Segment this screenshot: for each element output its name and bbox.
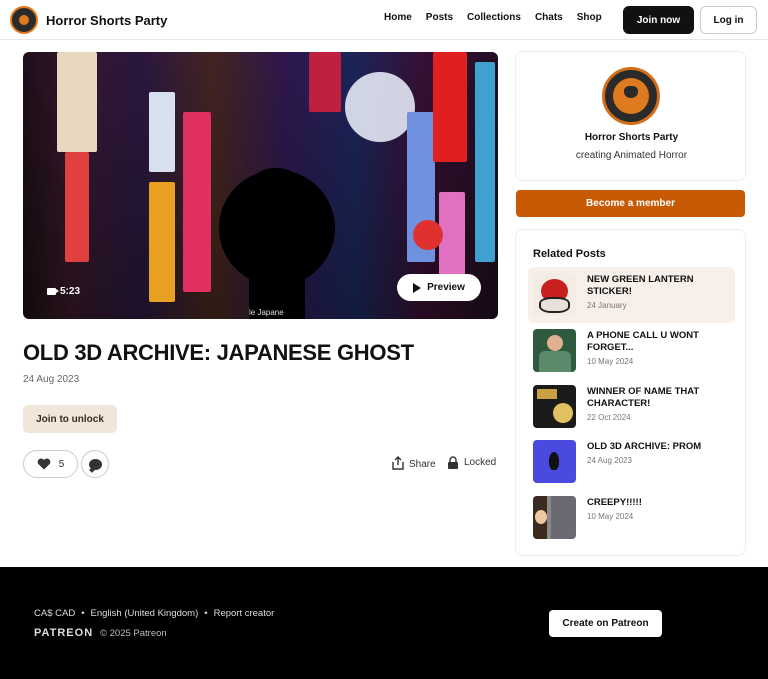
- duration-label: 5:23: [60, 286, 81, 297]
- share-label: Share: [409, 459, 436, 470]
- related-post-date: 10 May 2024: [587, 357, 634, 366]
- post-title: OLD 3D ARCHIVE: JAPANESE GHOST: [23, 340, 414, 365]
- like-button[interactable]: 5: [23, 450, 78, 478]
- neon-sign: [309, 52, 341, 112]
- heart-icon: [37, 458, 51, 470]
- locked-status: Locked: [447, 456, 496, 469]
- neon-sign: [149, 182, 175, 302]
- neon-sign: [65, 152, 89, 262]
- language-selector[interactable]: English (United Kingdom): [91, 608, 199, 619]
- post-date: 24 Aug 2023: [23, 374, 80, 385]
- creator-tagline: creating Animated Horror: [575, 150, 688, 161]
- become-member-button[interactable]: Become a member: [516, 190, 745, 217]
- currency-selector[interactable]: CA$ CAD: [34, 608, 75, 619]
- top-bar: Horror Shorts Party Home Posts Collectio…: [0, 0, 768, 40]
- related-posts-title: Related Posts: [533, 248, 606, 260]
- preview-button[interactable]: Preview: [397, 274, 481, 301]
- creator-avatar[interactable]: [602, 67, 660, 125]
- related-post-name: A PHONE CALL U WONT FORGET...: [587, 330, 699, 353]
- related-post-item[interactable]: OLD 3D ARCHIVE: PROM 24 Aug 2023: [528, 434, 735, 490]
- separator: •: [204, 608, 208, 619]
- neon-sign: [183, 112, 211, 292]
- create-on-patreon-button[interactable]: Create on Patreon: [549, 610, 662, 637]
- related-post-name: CREEPY!!!!!: [587, 497, 642, 508]
- neon-sign: [57, 52, 97, 152]
- lock-icon: [447, 456, 459, 469]
- creator-name[interactable]: Horror Shorts Party: [516, 132, 747, 143]
- comment-button[interactable]: [81, 450, 109, 478]
- related-post-item[interactable]: A PHONE CALL U WONT FORGET... 10 May 202…: [528, 323, 735, 379]
- brand-name[interactable]: Horror Shorts Party: [46, 13, 167, 28]
- neon-sign: [413, 220, 443, 250]
- copyright: © 2025 Patreon: [100, 628, 167, 639]
- nav-posts[interactable]: Posts: [426, 12, 453, 23]
- nav-collections[interactable]: Collections: [467, 12, 521, 23]
- related-post-thumbnail: [533, 385, 576, 428]
- related-post-text: CREEPY!!!!! 10 May 2024: [587, 497, 727, 521]
- play-icon: [413, 282, 422, 293]
- video-duration: 5:23: [47, 286, 80, 297]
- related-post-thumbnail: [533, 440, 576, 483]
- report-creator-link[interactable]: Report creator: [214, 608, 275, 619]
- related-post-thumbnail: [533, 329, 576, 372]
- neon-sign: [433, 52, 467, 162]
- separator: •: [81, 608, 85, 619]
- related-post-text: A PHONE CALL U WONT FORGET... 10 May 202…: [587, 330, 727, 366]
- related-post-date: 10 May 2024: [587, 512, 634, 521]
- footer: CA$ CAD • English (United Kingdom) • Rep…: [0, 567, 768, 679]
- brand[interactable]: Horror Shorts Party: [10, 6, 167, 34]
- related-posts: Related Posts NEW GREEN LANTERN STICKER!…: [515, 229, 746, 556]
- footer-links: CA$ CAD • English (United Kingdom) • Rep…: [34, 608, 274, 619]
- related-post-item[interactable]: WINNER OF NAME THAT CHARACTER! 22 Oct 20…: [528, 379, 735, 435]
- related-post-date: 24 January: [587, 301, 627, 310]
- related-post-thumbnail: [533, 273, 576, 316]
- main-nav: Home Posts Collections Chats Shop: [384, 12, 602, 23]
- join-to-unlock-button[interactable]: Join to unlock: [23, 405, 117, 433]
- silhouette: [219, 170, 335, 286]
- join-now-button[interactable]: Join now: [623, 6, 694, 34]
- related-post-thumbnail: [533, 496, 576, 539]
- preview-label: Preview: [427, 282, 465, 293]
- related-post-text: WINNER OF NAME THAT CHARACTER! 22 Oct 20…: [587, 386, 727, 422]
- related-post-item[interactable]: NEW GREEN LANTERN STICKER! 24 January: [528, 267, 735, 323]
- neon-sign: [345, 72, 415, 142]
- video-watermark: le Japane: [249, 308, 284, 317]
- related-post-text: OLD 3D ARCHIVE: PROM 24 Aug 2023: [587, 441, 727, 465]
- related-post-text: NEW GREEN LANTERN STICKER! 24 January: [587, 274, 727, 310]
- share-button[interactable]: Share: [392, 456, 436, 473]
- neon-sign: [149, 92, 175, 172]
- related-post-date: 22 Oct 2024: [587, 413, 631, 422]
- patreon-logo[interactable]: PATREON: [34, 627, 93, 639]
- nav-chats[interactable]: Chats: [535, 12, 563, 23]
- related-post-name: NEW GREEN LANTERN STICKER!: [587, 274, 694, 297]
- brand-logo[interactable]: [10, 6, 38, 34]
- like-count: 5: [58, 458, 65, 470]
- creator-card: Horror Shorts Party creating Animated Ho…: [515, 51, 746, 181]
- video-camera-icon: [47, 288, 59, 295]
- neon-sign: [439, 192, 465, 282]
- related-post-name: WINNER OF NAME THAT CHARACTER!: [587, 386, 700, 409]
- share-icon: [392, 456, 404, 473]
- comment-icon: [88, 458, 102, 470]
- nav-shop[interactable]: Shop: [577, 12, 602, 23]
- related-post-name: OLD 3D ARCHIVE: PROM: [587, 441, 702, 452]
- video-thumbnail[interactable]: le Japane 5:23 Preview: [23, 52, 498, 319]
- log-in-button[interactable]: Log in: [700, 6, 757, 34]
- nav-home[interactable]: Home: [384, 12, 412, 23]
- related-post-date: 24 Aug 2023: [587, 456, 632, 465]
- related-post-item[interactable]: CREEPY!!!!! 10 May 2024: [528, 490, 735, 546]
- neon-sign: [475, 62, 495, 262]
- locked-label: Locked: [464, 457, 497, 468]
